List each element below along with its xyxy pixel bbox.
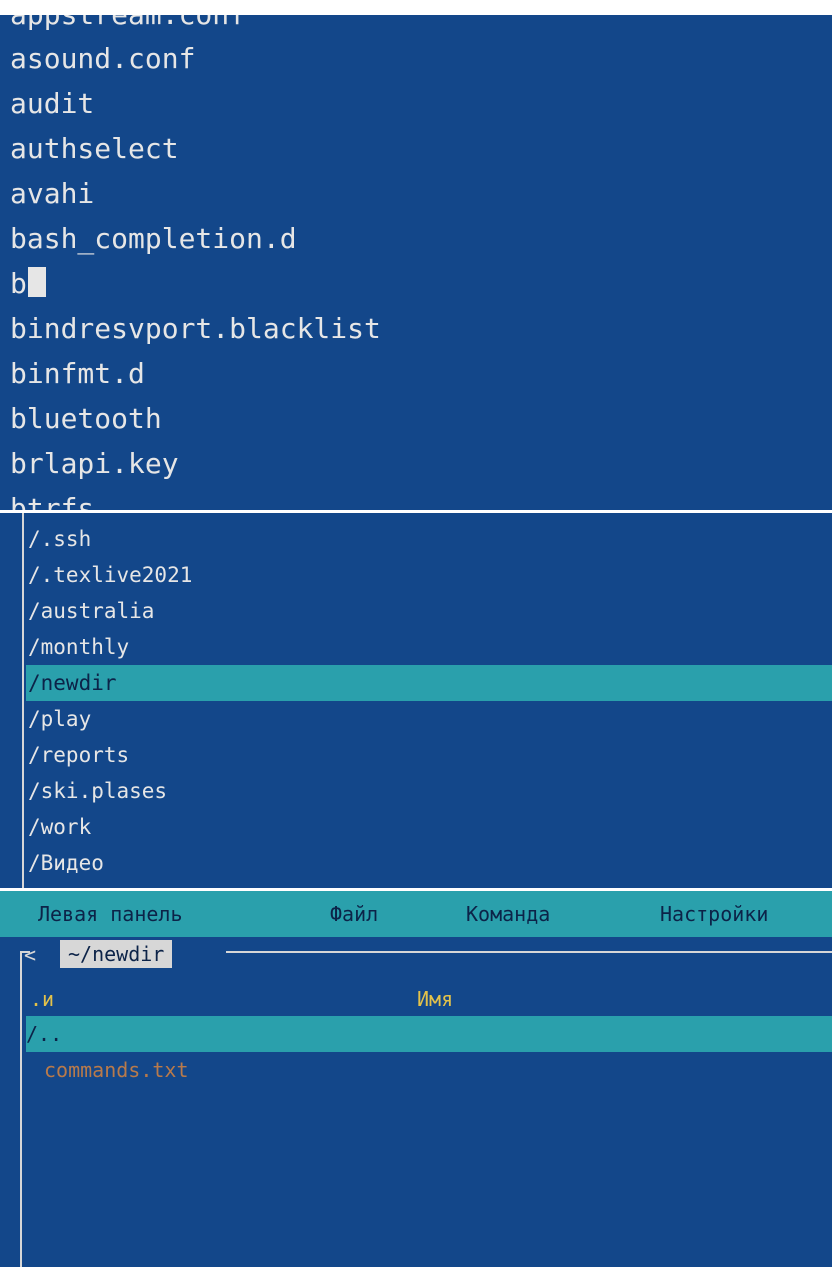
hotlist-item[interactable]: /ski.plases [26,773,832,809]
hotlist-item[interactable]: /Видео [26,845,832,881]
list-item: asound.conf [10,42,196,75]
hotlist-item[interactable]: /australia [26,593,832,629]
name-column-header[interactable]: Имя [417,981,453,1017]
hotlist-item[interactable]: /play [26,701,832,737]
frame-border-left [22,513,24,888]
menu-file[interactable]: Файл [330,891,378,937]
list-item: btrfs [10,492,95,510]
sort-column-header[interactable]: .и [30,981,54,1017]
list-item: authselect [10,132,179,165]
hotlist-item[interactable]: /work [26,809,832,845]
hotlist-item-selected[interactable]: /newdir [26,665,832,701]
list-item-with-cursor: b [10,262,46,306]
list-item: audit [10,87,95,120]
file-row[interactable]: commands.txt [26,1052,832,1088]
back-arrow-icon[interactable]: < [24,943,36,967]
list-item: brlapi.key [10,447,179,480]
hotlist-item[interactable]: /.ssh [26,521,832,557]
parent-dir-row[interactable]: /.. [26,1016,832,1052]
current-path: ~/newdir [60,940,173,968]
list-item-text: b [10,267,27,300]
frame-border-top [226,951,832,953]
list-item: bash_completion.d [10,222,297,255]
hotlist-item[interactable]: /reports [26,737,832,773]
text-cursor [27,267,46,297]
menu-left-panel[interactable]: Левая панель [38,891,183,937]
menu-bar: Левая панель Файл Команда Настройки [0,891,832,937]
list-item: avahi [10,177,95,210]
list-item: appstream.conf [10,15,246,37]
directory-hotlist-panel: /.ssh /.texlive2021 /australia /monthly … [0,513,832,888]
hotlist-item[interactable]: /monthly [26,629,832,665]
file-manager-panel: Левая панель Файл Команда Настройки < ~/… [0,891,832,1267]
hotlist-item[interactable]: /.texlive2021 [26,557,832,593]
menu-options[interactable]: Настройки [660,891,768,937]
terminal-listing-panel: appstream.conf asound.conf audit authsel… [0,15,832,510]
list-item: binfmt.d [10,357,145,390]
list-item: bluetooth [10,402,162,435]
frame-border-left [20,951,22,1267]
list-item: bindresvport.blacklist [10,312,381,345]
menu-command[interactable]: Команда [466,891,550,937]
